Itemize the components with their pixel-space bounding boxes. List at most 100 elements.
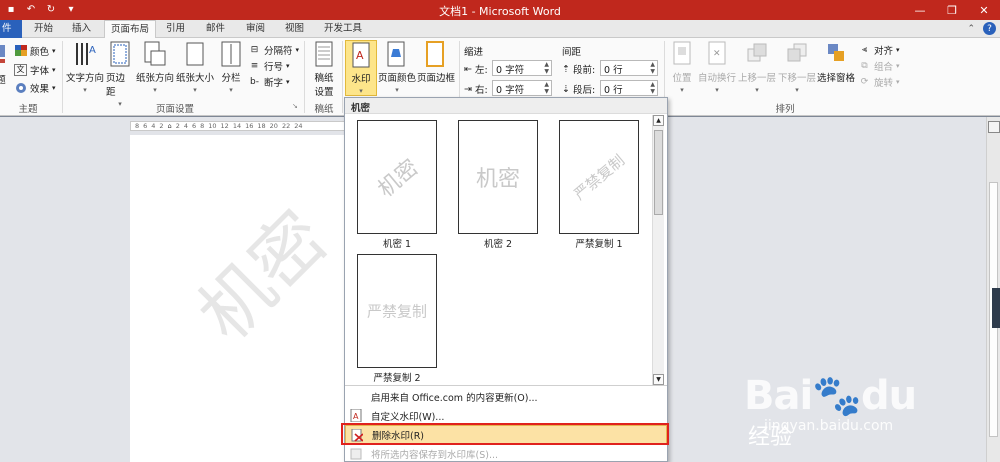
themes-label: 题 <box>0 75 6 86</box>
send-backward-button[interactable]: 下移一层 ▾ <box>778 40 816 94</box>
hyphenation-label: 断字 <box>264 77 284 89</box>
draft-paper-label-2: 设置 <box>314 87 334 98</box>
position-label: 位置 <box>672 73 692 84</box>
tab-developer[interactable]: 开发工具 <box>318 20 368 38</box>
breaks-button[interactable]: ⊟ 分隔符 ▾ <box>248 42 299 57</box>
minimize-ribbon-icon[interactable]: ⌃ <box>967 24 975 34</box>
dialog-launcher-icon[interactable]: ↘ <box>292 102 298 110</box>
horizontal-ruler[interactable]: 8 6 4 2 ⌂ 2 4 6 8 10 12 14 16 18 20 22 2… <box>130 121 346 131</box>
ribbon-tab-bar: 件 开始 插入 页面布局 引用 邮件 审阅 视图 开发工具 ⌃ ? <box>0 20 1000 39</box>
line-numbers-button[interactable]: ≡ 行号 ▾ <box>248 58 290 73</box>
paper-size-icon <box>183 40 207 68</box>
gallery-scroll-thumb[interactable] <box>654 130 663 215</box>
page-border-button[interactable]: 页面边框 <box>416 40 456 84</box>
help-icon[interactable]: ? <box>983 22 996 35</box>
watermark-option-do-not-copy-1[interactable]: 严禁复制 严禁复制 1 <box>559 120 639 250</box>
tab-references[interactable]: 引用 <box>160 20 191 38</box>
columns-icon <box>219 40 243 68</box>
effects-icon <box>14 82 27 94</box>
ruler-tick: 22 <box>281 122 291 130</box>
tab-mailings[interactable]: 邮件 <box>200 20 231 38</box>
ruler-tick: 8 <box>135 122 140 130</box>
group-objects-button[interactable]: ⧉ 组合 ▾ <box>858 58 899 73</box>
group-label-draft: 稿纸 <box>314 104 334 115</box>
breaks-label: 分隔符 <box>264 45 293 57</box>
paper-size-button[interactable]: 纸张大小 ▾ <box>176 40 214 94</box>
text-direction-button[interactable]: A 文字方向 ▾ <box>66 40 104 94</box>
hyphenation-button[interactable]: b‑ 断字 ▾ <box>248 74 290 89</box>
columns-button[interactable]: 分栏 ▾ <box>218 40 244 94</box>
tab-page-layout[interactable]: 页面布局 <box>104 20 157 39</box>
tab-review[interactable]: 审阅 <box>240 20 271 38</box>
spacing-before-icon: ⇡ <box>562 63 570 75</box>
draft-paper-button[interactable]: 稿纸 设置 <box>308 40 340 98</box>
color-palette-icon <box>14 45 27 57</box>
wrap-text-button[interactable]: ✕ 自动换行 ▾ <box>698 40 736 94</box>
ruler-tick: 24 <box>294 122 303 130</box>
theme-effects-button[interactable]: 效果 ▾ <box>14 80 56 95</box>
bring-forward-button[interactable]: 上移一层 ▾ <box>738 40 776 94</box>
selection-pane-button[interactable]: 选择窗格 <box>816 40 856 84</box>
minimize-icon[interactable]: — <box>904 0 936 20</box>
svg-text:A: A <box>89 45 96 56</box>
gallery-scrollbar[interactable]: ▲ ▼ <box>652 115 664 385</box>
orientation-button[interactable]: 纸张方向 ▾ <box>136 40 174 94</box>
indent-left-spinner[interactable]: 0 字符 ▲ ▼ <box>492 60 552 76</box>
page-color-button[interactable]: 页面颜色 ▾ <box>378 40 416 94</box>
ruler-toggle-icon[interactable] <box>988 121 1000 133</box>
tab-insert[interactable]: 插入 <box>66 20 97 38</box>
help-controls: ⌃ ? <box>967 22 996 35</box>
position-button[interactable]: 位置 ▾ <box>668 40 696 94</box>
watermark-option-confidential-2[interactable]: 机密 机密 2 <box>458 120 538 250</box>
watermark-thumbnail: 机密 <box>357 120 437 234</box>
line-numbers-icon: ≡ <box>250 60 259 71</box>
align-button[interactable]: ⫷ 对齐 ▾ <box>858 42 900 57</box>
watermark-button[interactable]: A 水印 ▾ <box>345 40 377 96</box>
indent-right-label: ⇥ 右: <box>464 82 488 97</box>
align-label: 对齐 <box>874 45 894 57</box>
watermark-option-do-not-copy-2[interactable]: 严禁复制 严禁复制 2 <box>357 254 437 384</box>
spinner-arrows-icon[interactable]: ▲ ▼ <box>544 81 549 95</box>
themes-button[interactable]: 题 <box>0 40 8 86</box>
tab-view[interactable]: 视图 <box>279 20 310 38</box>
margins-button[interactable]: 页边距 ▾ <box>106 40 134 108</box>
theme-fonts-button[interactable]: 文 字体 ▾ <box>14 62 56 77</box>
close-icon[interactable]: ✕ <box>968 0 1000 20</box>
tab-home[interactable]: 开始 <box>28 20 59 38</box>
theme-colors-button[interactable]: 颜色 ▾ <box>14 43 56 58</box>
side-panel-tab[interactable] <box>992 288 1000 328</box>
spacing-before-spinner[interactable]: 0 行 ▲ ▼ <box>600 60 658 76</box>
chevron-down-icon: ▾ <box>193 86 197 94</box>
font-icon: 文 <box>14 63 27 76</box>
watermark-option-label: 机密 2 <box>483 239 513 250</box>
wrap-text-label: 自动换行 <box>698 73 737 84</box>
spacing-after-spinner[interactable]: 0 行 ▲ ▼ <box>600 80 658 96</box>
ruler-tick: 18 <box>257 122 266 130</box>
watermark-option-confidential-1[interactable]: 机密 机密 1 <box>357 120 437 250</box>
watermark-icon: A <box>349 41 373 69</box>
document-page[interactable]: 机密 <box>130 135 346 462</box>
hyphenation-icon: b‑ <box>250 76 259 87</box>
scroll-down-icon[interactable]: ▼ <box>653 374 664 385</box>
save-to-gallery-icon <box>350 447 362 460</box>
bring-forward-label: 上移一层 <box>738 73 777 84</box>
spinner-arrows-icon[interactable]: ▲ ▼ <box>650 61 655 75</box>
custom-watermark-icon: A <box>350 409 362 422</box>
spinner-arrows-icon[interactable]: ▲ ▼ <box>544 61 549 75</box>
restore-icon[interactable]: ❐ <box>936 0 968 20</box>
spacing-after-value: 0 行 <box>604 85 623 96</box>
thumbnail-watermark-text: 机密 <box>373 155 424 203</box>
tab-file[interactable]: 件 <box>0 20 22 38</box>
indent-right-spinner[interactable]: 0 字符 ▲ ▼ <box>492 80 552 96</box>
rotate-button[interactable]: ⟳ 旋转 ▾ <box>858 74 900 89</box>
ruler-tick: 4 <box>151 122 156 130</box>
theme-colors-label: 颜色 <box>30 46 50 58</box>
watermark-option-label: 机密 1 <box>382 239 412 250</box>
menu-save-to-gallery[interactable]: 将所选内容保存到水印库(S)... <box>345 444 667 462</box>
page-color-icon <box>385 40 409 68</box>
spinner-arrows-icon[interactable]: ▲ ▼ <box>650 81 655 95</box>
scroll-up-icon[interactable]: ▲ <box>653 115 664 126</box>
menu-enable-office-updates[interactable]: 启用来自 Office.com 的内容更新(O)... <box>345 387 667 406</box>
ruler-tick: 6 <box>143 122 148 130</box>
text-direction-icon: A <box>73 40 97 68</box>
